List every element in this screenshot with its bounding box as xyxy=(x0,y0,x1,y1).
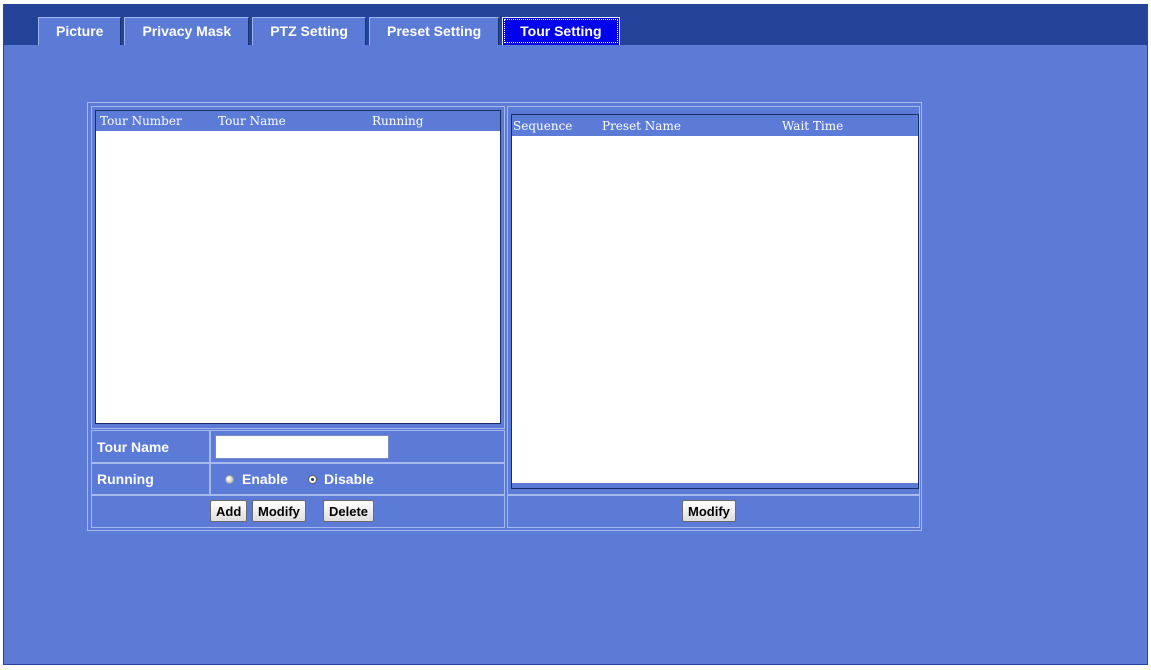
running-label: Running xyxy=(97,471,154,487)
tab-privacy-mask[interactable]: Privacy Mask xyxy=(124,17,250,45)
column-header-tour-name: Tour Name xyxy=(218,114,286,128)
tour-list-cell: Tour Number Tour Name Running xyxy=(91,106,505,429)
tour-name-input[interactable] xyxy=(215,435,389,459)
column-header-preset-name: Preset Name xyxy=(602,119,681,133)
tour-name-label: Tour Name xyxy=(97,439,170,455)
running-options-cell: Enable Disable xyxy=(210,463,505,495)
tab-picture[interactable]: Picture xyxy=(38,17,122,45)
column-header-sequence: Sequence xyxy=(513,119,573,133)
column-header-wait-time: Wait Time xyxy=(782,119,844,133)
tour-name-input-cell xyxy=(210,430,505,463)
delete-button[interactable]: Delete xyxy=(323,500,375,522)
disable-radio-label[interactable]: Disable xyxy=(324,471,374,487)
tour-list-header: Tour Number Tour Name Running xyxy=(96,111,500,131)
tab-tour-setting[interactable]: Tour Setting xyxy=(502,17,620,45)
modify-button[interactable]: Modify xyxy=(252,500,306,522)
sequence-list-cell: Sequence Preset Name Wait Time xyxy=(507,106,920,495)
add-button[interactable]: Add xyxy=(210,500,248,522)
enable-radio-label[interactable]: Enable xyxy=(242,471,288,487)
tab-preset-setting[interactable]: Preset Setting xyxy=(368,17,500,45)
tour-list[interactable]: Tour Number Tour Name Running xyxy=(95,110,501,424)
enable-radio[interactable] xyxy=(225,475,234,484)
sequence-modify-button[interactable]: Modify xyxy=(682,500,736,522)
tab-ptz-setting[interactable]: PTZ Setting xyxy=(252,17,366,45)
column-header-tour-number: Tour Number xyxy=(100,114,182,128)
tour-name-label-cell: Tour Name xyxy=(91,430,210,463)
tour-setting-panel: Tour Number Tour Name Running Sequence P… xyxy=(87,102,922,531)
sequence-list-scroll-edge xyxy=(512,483,918,488)
sequence-actions-cell: Modify xyxy=(507,495,920,528)
tab-bar: Picture Privacy Mask PTZ Setting Preset … xyxy=(4,5,1147,45)
column-header-running: Running xyxy=(372,114,424,128)
sequence-list[interactable]: Sequence Preset Name Wait Time xyxy=(511,114,919,489)
running-label-cell: Running xyxy=(91,463,210,495)
sequence-list-header: Sequence Preset Name Wait Time xyxy=(512,115,918,138)
tour-actions-cell: Add Modify Delete xyxy=(91,495,505,528)
disable-radio[interactable] xyxy=(308,475,317,484)
